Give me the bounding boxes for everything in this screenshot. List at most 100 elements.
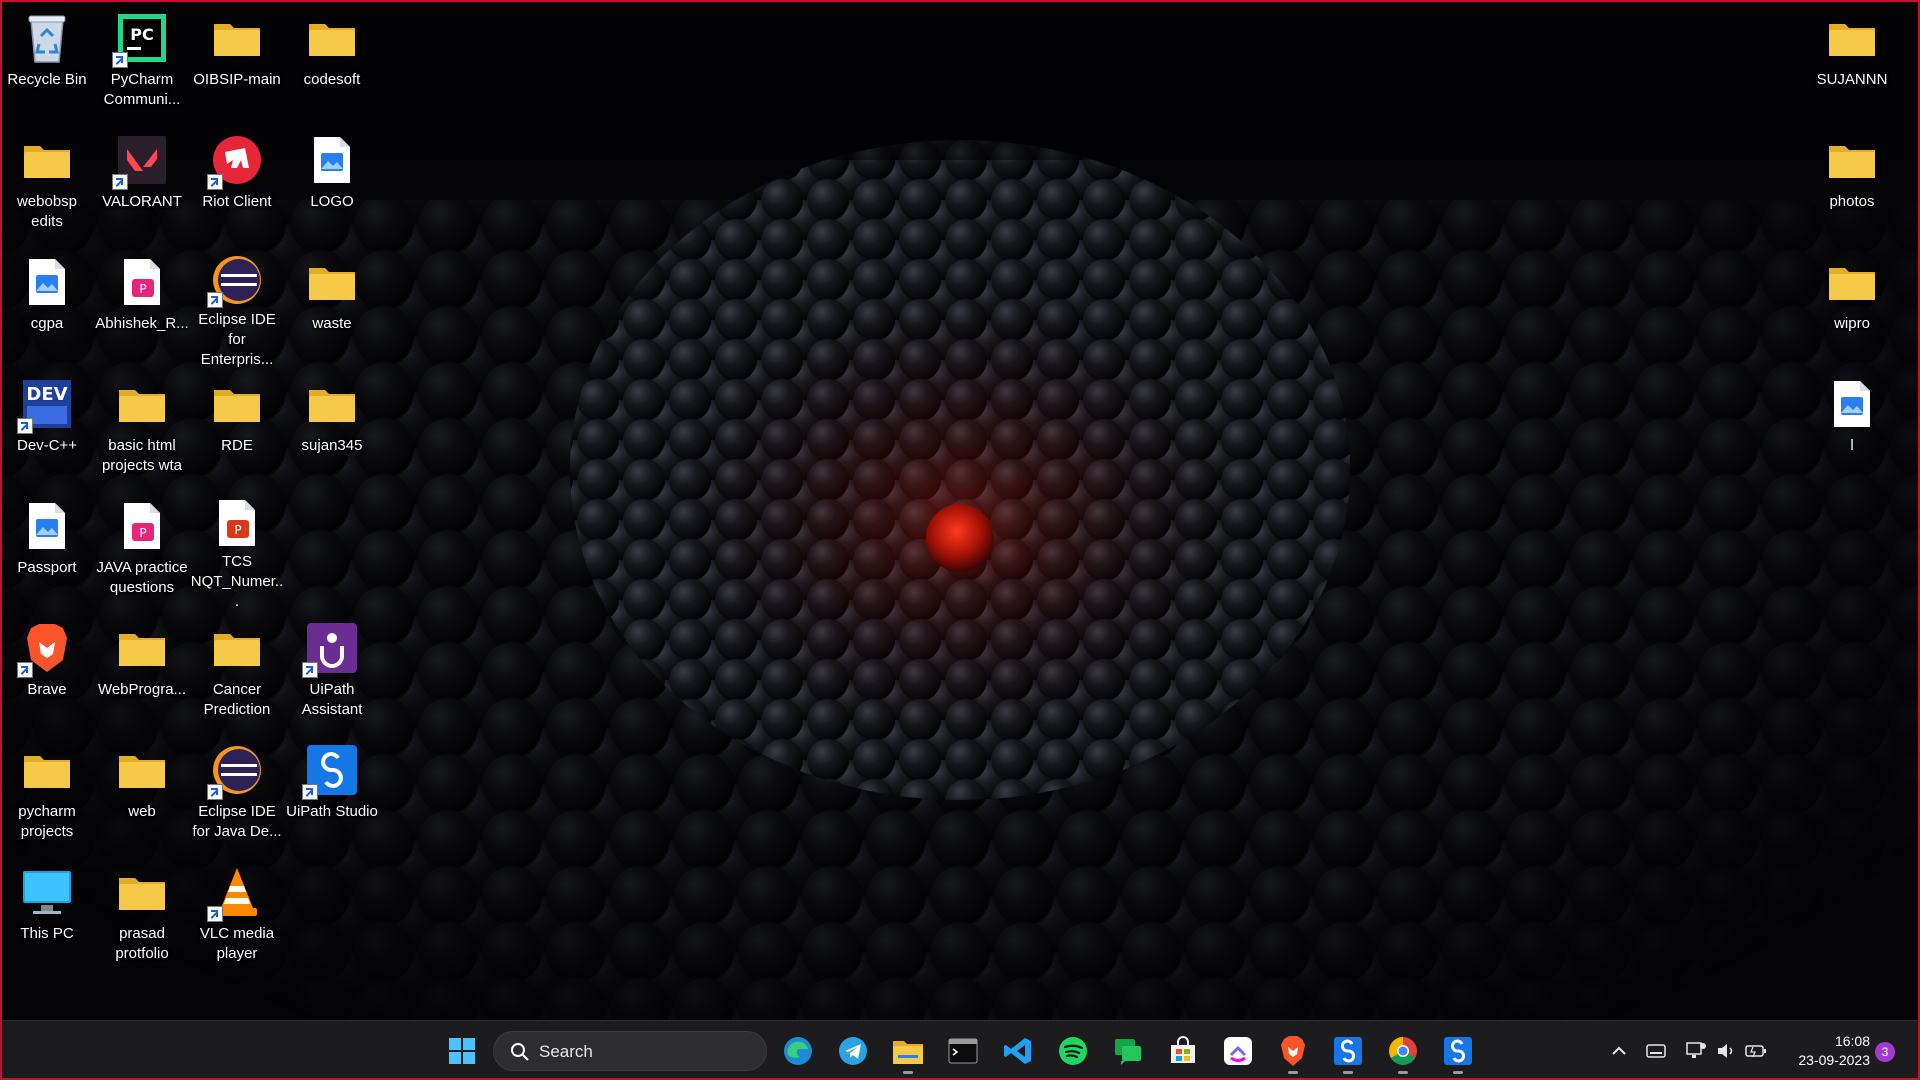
taskbar-app-uipath[interactable]	[1328, 1031, 1368, 1074]
taskbar-app-edge[interactable]	[778, 1031, 818, 1071]
desktop-icon-pycharm-projects[interactable]: pycharm projects	[0, 736, 94, 856]
desktop-icon-label: This PC	[20, 925, 74, 942]
desktop-icon-label: cgpa	[30, 315, 64, 332]
desktop-icon-eclipse-java[interactable]: Eclipse IDE for Java De...	[190, 736, 284, 856]
folder-icon	[1824, 10, 1880, 66]
folder-icon	[114, 376, 170, 432]
desktop-icon-brave[interactable]: Brave	[0, 614, 94, 734]
tray-volume-button[interactable]	[1713, 1038, 1739, 1064]
taskbar-app-chat[interactable]	[1108, 1031, 1148, 1071]
desktop-icon-tcs-nqt[interactable]: P TCS NQT_Numer...	[190, 492, 284, 612]
desktop-icon-valorant[interactable]: VALORANT	[95, 126, 189, 246]
running-indicator	[1453, 1071, 1463, 1074]
notification-badge[interactable]: 3	[1875, 1042, 1895, 1062]
telegram-icon	[839, 1037, 867, 1065]
desktop-icon-basic-html[interactable]: basic html projects wta	[95, 370, 189, 490]
running-indicator	[903, 1071, 913, 1074]
desktop-icon-l[interactable]: l	[1805, 370, 1899, 490]
desktop-icon-uipath-assistant[interactable]: UiPath Assistant	[285, 614, 379, 734]
shortcut-arrow-icon	[112, 174, 128, 190]
uipath-icon	[1334, 1037, 1362, 1065]
network-icon	[1686, 1042, 1706, 1058]
desktop-icon-codesoft[interactable]: codesoft	[285, 4, 379, 124]
taskbar-app-brave[interactable]	[1273, 1031, 1313, 1074]
desktop-icon-rde[interactable]: RDE	[190, 370, 284, 490]
taskbar-app-file-explorer[interactable]	[888, 1031, 928, 1074]
desktop-icon-logo[interactable]: LOGO	[285, 126, 379, 246]
windows-start-icon	[449, 1038, 475, 1064]
desktop-icon-label: Brave	[27, 681, 67, 698]
battery-icon	[1745, 1045, 1766, 1058]
desktop-icon-label: web	[128, 803, 156, 820]
valorant-icon	[112, 132, 170, 190]
edge-icon	[784, 1037, 812, 1065]
show-hidden-icons-button[interactable]	[1606, 1038, 1632, 1064]
desktop-icon-label: Eclipse IDE for Java De...	[192, 803, 282, 840]
desktop-icon-label: Cancer Prediction	[203, 681, 271, 718]
file-explorer-icon	[893, 1041, 923, 1064]
taskbar-app-microsoft-store[interactable]	[1163, 1031, 1203, 1071]
desktop-icon-java-practice[interactable]: P JAVA practice questions	[95, 492, 189, 612]
tray-keyboard-button[interactable]	[1643, 1038, 1669, 1064]
taskbar-clock[interactable]: 16:08 23-09-2023	[1778, 1032, 1870, 1070]
running-indicator	[1343, 1071, 1353, 1074]
brave-icon	[17, 620, 75, 678]
desktop-icon-riot-client[interactable]: Riot Client	[190, 126, 284, 246]
desktop-icon-recycle-bin[interactable]: Recycle Bin	[0, 4, 94, 124]
desktop-icon-vlc[interactable]: VLC media player	[190, 858, 284, 978]
desktop-icon-label: RDE	[221, 437, 253, 454]
desktop-icon-web[interactable]: web	[95, 736, 189, 856]
tray-network-button[interactable]	[1683, 1038, 1709, 1064]
shortcut-arrow-icon	[17, 418, 33, 434]
desktop-icon-label: TCS NQT_Numer...	[190, 553, 284, 610]
desktop-icon-label: Dev-C++	[16, 437, 78, 454]
shortcut-arrow-icon	[207, 292, 223, 308]
desktop-icon-label: Eclipse IDE for Enterpris...	[198, 311, 276, 368]
desktop-icon-sujan345[interactable]: sujan345	[285, 370, 379, 490]
taskbar-app-vscode[interactable]	[998, 1031, 1038, 1071]
desktop-icon-label: VALORANT	[102, 193, 182, 210]
desktop-icon-label: UiPath Assistant	[301, 681, 363, 718]
taskbar-app-telegram[interactable]	[833, 1031, 873, 1071]
desktop-icon-wipro[interactable]: wipro	[1805, 248, 1899, 368]
desktop-icon-this-pc[interactable]: This PC	[0, 858, 94, 978]
folder-icon	[114, 620, 170, 676]
desktop-icon-label: Abhishek_R...	[95, 315, 189, 332]
monitor-icon	[19, 864, 75, 920]
desktop-icon-abhishek-r[interactable]: P Abhishek_R...	[95, 248, 189, 368]
desktop-icon-label: UiPath Studio	[286, 803, 378, 820]
desktop-icon-label: LOGO	[310, 193, 354, 210]
desktop-icon-dev-cpp[interactable]: DEV Dev-C++	[0, 370, 94, 490]
desktop-icon-webprogra[interactable]: WebProgra...	[95, 614, 189, 734]
desktop-icon-label: WebProgra...	[97, 681, 187, 698]
folder-icon	[114, 742, 170, 798]
desktop-icon-cancer-prediction[interactable]: Cancer Prediction	[190, 614, 284, 734]
desktop-icon-oibsip-main[interactable]: OIBSIP-main	[190, 4, 284, 124]
taskbar-app-terminal[interactable]	[943, 1031, 983, 1071]
taskbar-app-uipath-studio[interactable]	[1438, 1031, 1478, 1074]
shortcut-arrow-icon	[112, 52, 128, 68]
desktop-icon-label: prasad protfolio	[115, 925, 169, 962]
desktop-icon-label: photos	[1829, 193, 1875, 210]
desktop-icon-label: l	[1850, 437, 1854, 454]
desktop-icon-waste[interactable]: waste	[285, 248, 379, 368]
desktop-icon-photos[interactable]: photos	[1805, 126, 1899, 246]
svg-text:P: P	[234, 523, 241, 537]
desktop-icon-eclipse-enterprise[interactable]: Eclipse IDE for Enterpris...	[190, 248, 284, 368]
pdf-file-icon: P	[114, 498, 170, 554]
desktop-icon-webobsp-edits[interactable]: webobsp edits	[0, 126, 94, 246]
taskbar-search-box[interactable]: Search	[493, 1031, 767, 1071]
desktop-icon-prasad-protfolio[interactable]: prasad protfolio	[95, 858, 189, 978]
desktop-icon-uipath-studio[interactable]: UiPath Studio	[285, 736, 379, 856]
taskbar-app-chrome[interactable]	[1383, 1031, 1423, 1074]
image-file-icon	[304, 132, 360, 188]
desktop-icon-cgpa[interactable]: cgpa	[0, 248, 94, 368]
desktop-icon-sujannn[interactable]: SUJANNN	[1805, 4, 1899, 124]
pdf-file-icon: P	[114, 254, 170, 310]
desktop-icon-pycharm[interactable]: PC PyCharm Communi...	[95, 4, 189, 124]
taskbar-app-clickup[interactable]	[1218, 1031, 1258, 1071]
tray-battery-button[interactable]	[1743, 1038, 1769, 1064]
taskbar-app-spotify[interactable]	[1053, 1031, 1093, 1071]
start-button[interactable]	[442, 1031, 482, 1071]
desktop-icon-passport[interactable]: Passport	[0, 492, 94, 612]
